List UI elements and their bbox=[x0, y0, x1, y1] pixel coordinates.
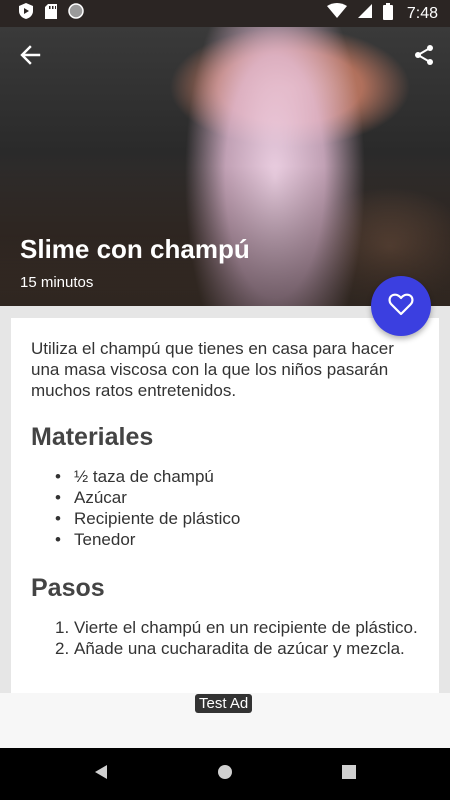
step-number: 2. bbox=[55, 639, 70, 658]
nav-recents-button[interactable] bbox=[337, 762, 361, 786]
back-button[interactable] bbox=[12, 39, 48, 75]
signal-icon bbox=[357, 3, 373, 24]
materials-list: ½ taza de champú Azúcar Recipiente de pl… bbox=[31, 466, 419, 550]
list-item: Azúcar bbox=[31, 487, 419, 508]
wifi-icon bbox=[326, 3, 347, 24]
list-item: 2. Añade una cucharadita de azúcar y mez… bbox=[31, 638, 419, 659]
nav-home-button[interactable] bbox=[213, 762, 237, 786]
materials-heading: Materiales bbox=[31, 423, 154, 451]
share-button[interactable] bbox=[406, 39, 442, 75]
share-icon bbox=[412, 43, 436, 72]
favorite-button[interactable] bbox=[371, 276, 431, 336]
step-text: Vierte el champú en un recipiente de plá… bbox=[74, 618, 418, 637]
arrow-back-icon bbox=[19, 44, 41, 71]
home-circle-icon bbox=[217, 764, 233, 785]
steps-heading: Pasos bbox=[31, 574, 105, 602]
heart-outline-icon bbox=[388, 292, 414, 321]
list-item: ½ taza de champú bbox=[31, 466, 419, 487]
status-right: 7:48 bbox=[326, 2, 438, 25]
status-bar: 7:48 bbox=[0, 0, 450, 27]
battery-icon bbox=[382, 2, 393, 25]
status-left bbox=[18, 2, 84, 25]
recipe-duration: 15 minutos bbox=[20, 274, 94, 291]
test-ad-label: Test Ad bbox=[195, 694, 253, 713]
list-item: 1. Vierte el champú en un recipiente de … bbox=[31, 617, 419, 638]
sd-card-icon bbox=[44, 3, 58, 25]
intro-text: Utiliza el champú que tienes en casa par… bbox=[31, 339, 394, 400]
hero-image: Slime con champú 15 minutos bbox=[0, 27, 450, 306]
steps-list: 1. Vierte el champú en un recipiente de … bbox=[31, 617, 419, 659]
step-number: 1. bbox=[55, 618, 70, 637]
shield-icon bbox=[18, 2, 34, 25]
step-text: Añade una cucharadita de azúcar y mezcla… bbox=[74, 639, 405, 658]
list-item: Recipiente de plástico bbox=[31, 508, 419, 529]
recents-square-icon bbox=[342, 764, 356, 784]
status-time: 7:48 bbox=[406, 4, 438, 22]
content-card: Utiliza el champú que tienes en casa par… bbox=[11, 318, 439, 693]
ad-banner[interactable]: Test Ad bbox=[0, 693, 450, 748]
list-item: Tenedor bbox=[31, 529, 419, 550]
system-nav-bar bbox=[0, 748, 450, 800]
nav-back-button[interactable] bbox=[89, 762, 113, 786]
circle-icon bbox=[68, 3, 84, 24]
back-triangle-icon bbox=[94, 764, 108, 785]
recipe-title: Slime con champú bbox=[20, 234, 250, 264]
